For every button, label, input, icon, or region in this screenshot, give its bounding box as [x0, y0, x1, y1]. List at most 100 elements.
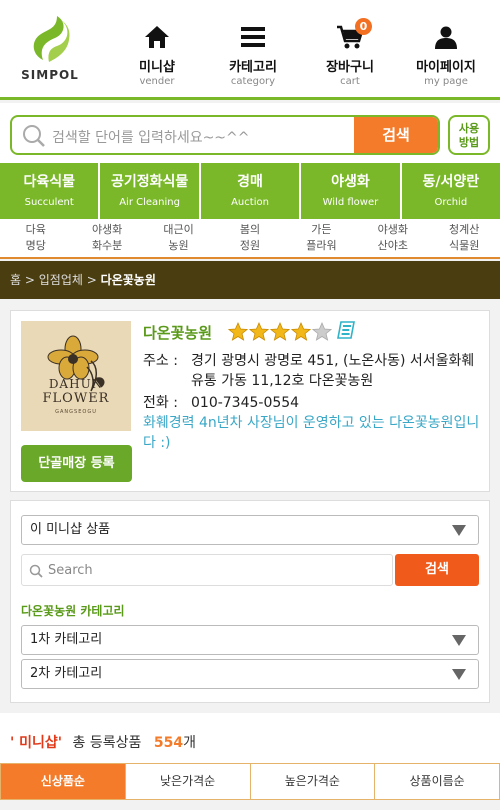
breadcrumb-home[interactable]: 홈 — [10, 273, 21, 287]
star-filled-icon — [228, 322, 248, 341]
subcat-line: 식물원 — [449, 239, 480, 252]
phone-label: 전화 : — [143, 395, 178, 411]
store-image-text: FLOWER — [42, 391, 110, 406]
category-sub: Air Cleaning — [119, 197, 180, 208]
subcat-line: 가든 — [311, 223, 332, 236]
nav-minishop[interactable]: 미니샵 vender — [112, 22, 202, 87]
minishop-search-input[interactable]: Search — [21, 554, 393, 586]
nav-label: 마이페이지 — [416, 60, 476, 75]
subcat-line: 봄의 — [239, 223, 261, 236]
subcat-line: 대근이 — [163, 223, 194, 236]
nav-label: 미니샵 — [139, 60, 175, 75]
nav-mypage[interactable]: 마이페이지 my page — [401, 22, 491, 87]
subcategory-link[interactable]: 다육 명당 — [0, 219, 71, 257]
subcategory-link[interactable]: 봄의정원 — [214, 219, 285, 257]
minishop-search-button[interactable]: 검색 — [395, 554, 479, 586]
sort-high-price-tab[interactable]: 높은가격순 — [251, 764, 376, 799]
search-bar: 검색할 단어를 입력하세요~~^^ 검색 사용 방법 — [0, 103, 500, 163]
breadcrumb-vendor[interactable]: 입점업체 — [39, 273, 83, 287]
chevron-down-icon — [452, 669, 466, 680]
category-tab[interactable]: 야생화 Wild flower — [301, 163, 402, 219]
category-tab[interactable]: 경매 Auction — [201, 163, 302, 219]
nav-label: 카테고리 — [229, 60, 277, 75]
count-unit: 개 — [183, 735, 196, 751]
subcat-line: 청계산 — [449, 223, 480, 236]
usage-label: 사용 — [458, 122, 480, 135]
chevron-down-icon — [452, 525, 466, 536]
breadcrumb-separator: > — [86, 273, 97, 287]
category-tab[interactable]: 공기정화식물 Air Cleaning — [100, 163, 201, 219]
usage-label-2: 방법 — [458, 136, 480, 149]
category-tab[interactable]: 동/서양란 Orchid — [402, 163, 500, 219]
leaf-logo-icon — [33, 16, 70, 62]
scope-select[interactable]: 이 미니샵 상품 — [21, 515, 479, 545]
subcategory-link[interactable]: 가든 플라워 — [286, 219, 357, 257]
category-sub: Orchid — [434, 197, 468, 208]
category-label: 동/서양란 — [422, 174, 480, 190]
category-sub: Wild flower — [322, 197, 379, 208]
rating-stars — [228, 322, 332, 342]
subcat-line: 야생화 — [377, 223, 408, 236]
address-value: 경기 광명시 광명로 451, (노온사동) 서서울화훼유통 가동 11,12호… — [191, 353, 475, 389]
store-description: 화훼경력 4n년차 사장님이 운영하고 있는 다온꽃농원입니다 :) — [143, 415, 480, 451]
category-sub: Auction — [231, 197, 269, 208]
subcat-line: 정원 — [239, 239, 261, 252]
store-image-text: DAHUN — [48, 377, 104, 391]
search-button[interactable]: 검색 — [354, 117, 438, 153]
nav-sub: category — [230, 76, 276, 87]
sort-low-price-tab[interactable]: 낮은가격순 — [126, 764, 251, 799]
subcat-line: 다육 — [25, 223, 46, 236]
phone-value[interactable]: 010-7345-0554 — [191, 393, 483, 413]
nav-sub: cart — [340, 76, 360, 87]
category1-select-value: 1차 카테고리 — [30, 632, 103, 647]
star-filled-icon — [249, 322, 269, 341]
sort-newest-tab[interactable]: 신상품순 — [1, 764, 126, 799]
category-label: 다육식물 — [23, 174, 75, 190]
category-label: 야생화 — [331, 174, 370, 190]
scope-select-value: 이 미니샵 상품 — [30, 522, 111, 537]
subcategory-link[interactable]: 야생화산야초 — [357, 219, 428, 257]
register-regular-store-button[interactable]: 단골매장 등록 — [21, 445, 132, 482]
bottom-strip — [0, 800, 500, 810]
simpol-logo[interactable]: SIMPOL — [20, 14, 80, 89]
brand-name: SIMPOL — [21, 68, 79, 82]
nav-category[interactable]: 카테고리 category — [208, 22, 298, 87]
nav-cart[interactable]: 0 장바구니 cart — [305, 18, 395, 87]
breadcrumb-separator: > — [24, 273, 35, 287]
star-filled-icon — [270, 322, 290, 341]
phone-row: 전화 : 010-7345-0554 — [143, 393, 483, 413]
category-tab[interactable]: 다육식물 Succulent — [0, 163, 101, 219]
store-card: DAHUN FLOWER GANGSEOGU 단골매장 등록 다온꽃농원 주소 … — [10, 310, 490, 492]
home-icon — [145, 26, 169, 48]
breadcrumb-current: 다온꽃농원 — [100, 273, 156, 287]
search-icon — [23, 125, 45, 147]
minishop-search-placeholder: Search — [48, 563, 93, 578]
store-name: 다온꽃농원 — [143, 324, 213, 342]
store-info: 주소 : 경기 광명시 광명로 451, (노온사동) 서서울화훼유통 가동 1… — [143, 351, 483, 453]
subcat-line: 농원 — [168, 239, 189, 252]
subcategory-link[interactable]: 대근이농원 — [143, 219, 214, 257]
sort-name-tab[interactable]: 상품이름순 — [375, 764, 499, 799]
star-filled-icon — [291, 322, 311, 341]
category-sub: Succulent — [24, 197, 74, 208]
store-category-heading: 다온꽃농원 카테고리 — [21, 604, 125, 618]
search-icon — [29, 564, 43, 578]
subcategory-link[interactable]: 청계산식물원 — [429, 219, 500, 257]
category1-select[interactable]: 1차 카테고리 — [21, 625, 479, 655]
subcat-line: 산야초 — [377, 239, 408, 252]
category2-select[interactable]: 2차 카테고리 — [21, 659, 479, 689]
sort-tabs: 신상품순 낮은가격순 높은가격순 상품이름순 — [0, 763, 500, 800]
count-number: 554 — [153, 735, 184, 751]
nav-sub: my page — [424, 76, 468, 87]
address-label: 주소 : — [143, 353, 178, 369]
subcat-line: 화수분 — [91, 239, 123, 252]
usage-guide-button[interactable]: 사용 방법 — [448, 115, 490, 155]
category-tabs: 다육식물 Succulent 공기정화식물 Air Cleaning 경매 Au… — [0, 163, 500, 219]
subcategory-link[interactable]: 야생화 화수분 — [71, 219, 142, 257]
breadcrumb: 홈 > 입점업체 > 다온꽃농원 — [0, 261, 500, 299]
product-count: ' 미니샵' 총 등록상품 554개 — [0, 713, 500, 763]
chevron-down-icon — [452, 635, 466, 646]
minishop-label: ' 미니샵' — [10, 735, 63, 751]
address-row: 주소 : 경기 광명시 광명로 451, (노온사동) 서서울화훼유통 가동 1… — [143, 351, 483, 391]
search-input[interactable]: 검색할 단어를 입력하세요~~^^ 검색 — [10, 115, 440, 155]
